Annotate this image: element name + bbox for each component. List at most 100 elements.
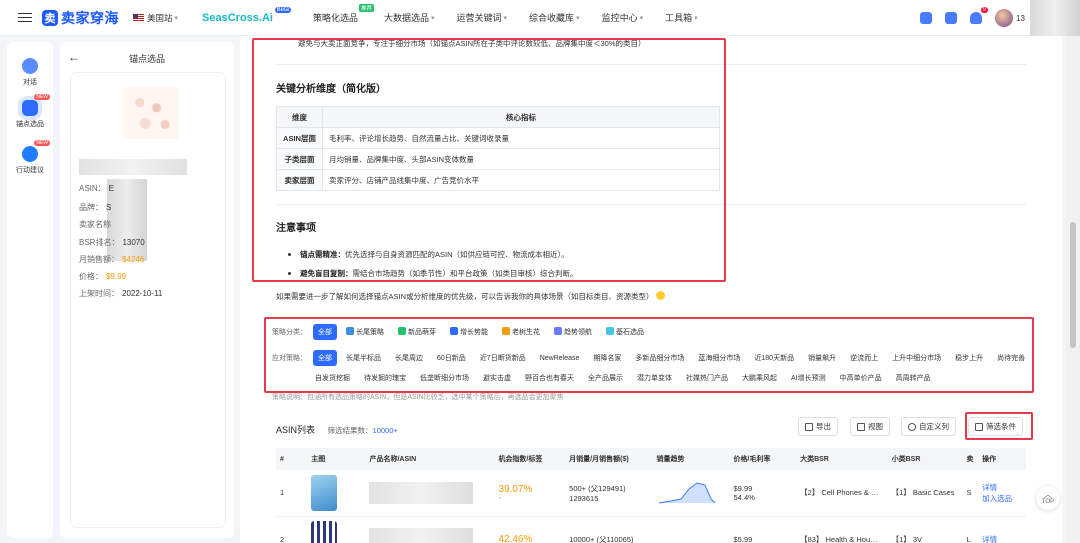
redacted-product-name — [369, 481, 474, 504]
nav-label: 运营关键词 — [456, 13, 502, 23]
bsr-small: 【1】 Basic Cases — [887, 470, 963, 517]
closing-label: 如果需要进一步了解如何选择锚点ASIN或分析维度的优先级，可以告诉我你的具体场景… — [276, 292, 654, 301]
main-content: 避免与大卖正面竞争，专注于细分市场（如锚点ASIN所在子类中评论数较低、品牌集中… — [240, 36, 1062, 543]
table-header-row: # 主图 产品名称/ASIN 机会指数/标签 月销量/月销售额($) 销量趋势 … — [276, 448, 1026, 470]
nav-label: 策略化选品 — [312, 13, 358, 23]
top-nav: 卖 卖家穿海 美国站 ▾ SeasCross.Ai Beta 策略化选品 推荐 … — [0, 0, 1080, 36]
sales-trend-sparkline — [658, 482, 715, 504]
seller-initial: S — [962, 470, 979, 517]
avatar[interactable] — [995, 9, 1013, 27]
field-monthly-sales: 月销售额： $4246 — [79, 254, 144, 265]
edit-icon[interactable] — [920, 12, 932, 24]
field-value: 2022-10-11 — [122, 289, 163, 298]
row-trend-cell — [652, 516, 730, 543]
seller-initial: L — [962, 516, 979, 543]
nav-strategy-selection[interactable]: 策略化选品 推荐 — [312, 4, 374, 24]
rail-item-chat[interactable]: 对话 — [7, 58, 53, 87]
highlight-box-answer — [252, 38, 726, 282]
row-trend-cell — [652, 470, 730, 517]
export-button[interactable]: 导出 — [798, 417, 838, 436]
scrollbar[interactable] — [1066, 36, 1080, 543]
nav-bigdata-selection[interactable]: 大数据选品 ▾ — [384, 11, 435, 24]
nav-favorites[interactable]: 综合收藏库 ▾ — [529, 11, 580, 24]
nav-label: 大数据选品 — [383, 13, 429, 23]
logo-mark: 卖 — [42, 9, 58, 26]
field-seller: 卖家名称 — [79, 219, 114, 230]
col-header: 产品名称/ASIN — [365, 448, 495, 470]
field-asin: ASIN： E — [79, 183, 114, 194]
table-row[interactable]: 2 42.46% 10000+ (父110065) $5.99 【83】 Hea… — [276, 516, 1026, 543]
menu-icon[interactable] — [18, 10, 32, 25]
chevron-down-icon: ▾ — [639, 14, 644, 22]
field-key: 卖家名称 — [79, 220, 111, 229]
row-price-cell: $9.99 54.4% — [729, 470, 797, 517]
book-icon[interactable] — [945, 12, 957, 24]
margin: 54.4% — [733, 492, 755, 502]
table-row[interactable]: 1 39.07% - 500+ (父129491) 1293615 $9.99 54.… — [276, 470, 1026, 517]
field-key: 品牌： — [79, 203, 103, 212]
chevron-down-icon: ▾ — [694, 14, 698, 22]
field-price: 价格： $9.99 — [79, 271, 126, 282]
field-key: 价格： — [79, 272, 103, 281]
add-to-selection-link[interactable]: 加入选品 — [982, 493, 1022, 504]
beta-badge: Beta — [274, 6, 291, 13]
rail-label: 锚点选品 — [16, 121, 44, 128]
strategy-note: 策略说明：包涵所有选品策略的ASIN，但是ASIN比较乏，选中某个策略后，再选品… — [272, 394, 564, 401]
custom-columns-button[interactable]: 自定义列 — [901, 417, 956, 436]
logo-text: 卖家穿海 — [61, 9, 119, 26]
chevron-down-icon: ▾ — [576, 14, 580, 22]
field-launch-date: 上架时间： 2022-10-11 — [79, 288, 162, 299]
detail-link[interactable]: 详情 — [982, 482, 1022, 493]
bell-icon[interactable]: 9 — [970, 7, 988, 24]
export-icon — [805, 422, 813, 431]
top-label: TOP — [1041, 499, 1055, 505]
nav-keywords[interactable]: 运营关键词 ▾ — [457, 11, 508, 24]
col-header: 大类BSR — [796, 448, 888, 470]
detail-link[interactable]: 详情 — [982, 534, 1022, 543]
opportunity-index: 39.07% — [498, 483, 533, 495]
nav-label: 工具箱 — [665, 13, 693, 23]
col-header: 机会指数/标签 — [494, 448, 566, 470]
region-selector[interactable]: 美国站 ▾ — [133, 12, 178, 24]
chevron-down-icon: ▾ — [431, 14, 435, 22]
nav-label: 监控中心 — [601, 13, 638, 23]
chat-icon — [22, 58, 38, 74]
row-thumb-cell — [307, 516, 366, 543]
field-brand: 品牌： S — [79, 202, 111, 213]
field-value: 13070 — [122, 238, 145, 247]
field-value: S — [106, 203, 112, 212]
redacted-user-info — [1030, 0, 1080, 36]
col-header: 价格/毛利率 — [729, 448, 797, 470]
count-label: 筛选结果数： — [327, 426, 373, 435]
price: $5.99 — [733, 534, 753, 543]
rail-item-action-advice[interactable]: NEW 行动建议 — [7, 140, 53, 175]
row-ops-cell: 详情 加入选品 — [978, 470, 1026, 517]
closing-text: 如果需要进一步了解如何选择锚点ASIN或分析维度的优先级，可以告诉我你的具体场景… — [276, 291, 665, 302]
field-key: BSR排名： — [79, 238, 120, 247]
row-ops-cell: 详情 — [978, 516, 1026, 543]
col-header: 卖 — [962, 448, 979, 470]
rail-item-anchor-selection[interactable]: NEW 锚点选品 — [7, 94, 53, 129]
nav-monitor[interactable]: 监控中心 ▾ — [602, 11, 644, 24]
back-to-top-button[interactable]: ︿ TOP — [1036, 486, 1060, 510]
view-button[interactable]: 视图 — [850, 417, 890, 436]
chevron-down-icon: ▾ — [174, 14, 179, 22]
asin-table: # 主图 产品名称/ASIN 机会指数/标签 月销量/月销售额($) 销量趋势 … — [276, 448, 1026, 543]
product-thumbnail[interactable] — [311, 521, 338, 543]
opportunity-index: 42.46% — [498, 533, 533, 543]
row-thumb-cell — [307, 470, 366, 517]
button-label: 导出 — [816, 422, 831, 431]
rail-label: 行动建议 — [16, 167, 44, 174]
field-bsr: BSR排名： 13070 — [79, 237, 145, 248]
col-header: 主图 — [307, 448, 366, 470]
scrollbar-thumb[interactable] — [1070, 222, 1076, 348]
result-count: 筛选结果数：10000+ — [328, 426, 398, 435]
brand-seascross[interactable]: SeasCross.Ai Beta — [202, 6, 291, 24]
gear-icon — [908, 422, 916, 431]
us-flag-icon — [133, 14, 144, 21]
nav-toolbox[interactable]: 工具箱 ▾ — [665, 11, 698, 24]
logo[interactable]: 卖 卖家穿海 — [42, 8, 119, 28]
product-thumbnail[interactable] — [311, 474, 338, 511]
opportunity-tag: - — [498, 494, 501, 502]
anchor-product-card: ASIN： E 品牌： S 卖家名称 BSR排名： 13070 月销售额： $4246 … — [70, 72, 226, 528]
